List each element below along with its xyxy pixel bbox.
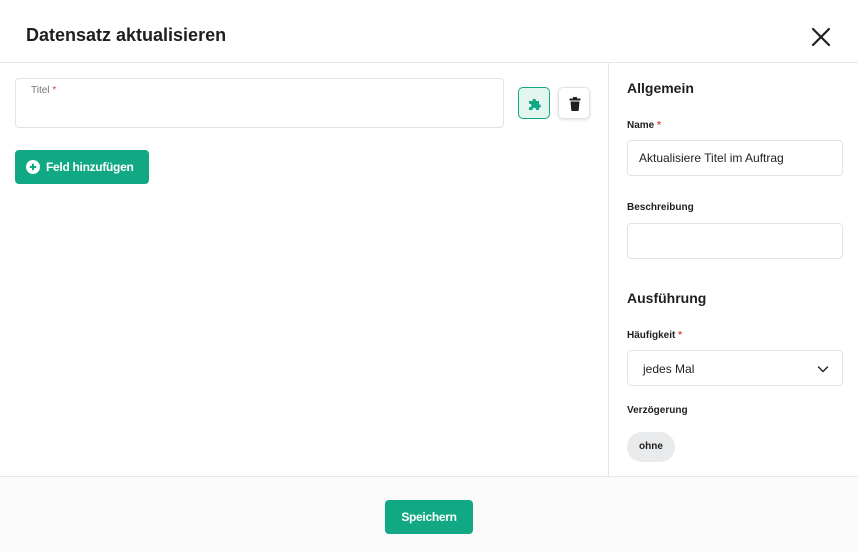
required-mark: *	[657, 120, 661, 131]
trash-icon	[569, 97, 581, 112]
dialog-title: Datensatz aktualisieren	[26, 25, 227, 45]
general-section-title: Allgemein	[627, 80, 694, 96]
title-field-label: Titel *	[31, 85, 57, 96]
description-label: Beschreibung	[627, 202, 694, 213]
add-field-button[interactable]: Feld hinzufügen	[15, 150, 149, 184]
delay-chip[interactable]: ohne	[627, 432, 675, 462]
name-input[interactable]	[627, 140, 843, 176]
save-button[interactable]: Speichern	[385, 500, 473, 534]
main-panel: Titel * Feld hinzufügen	[0, 63, 608, 476]
execution-section-title: Ausführung	[627, 290, 707, 306]
close-button[interactable]	[808, 24, 834, 50]
delay-label: Verzögerung	[627, 405, 688, 416]
frequency-label: Häufigkeit *	[627, 330, 683, 341]
title-input[interactable]	[30, 101, 490, 121]
chevron-down-icon	[817, 366, 829, 373]
required-mark: *	[52, 85, 57, 96]
title-field[interactable]: Titel *	[15, 78, 504, 128]
dialog-header: Datensatz aktualisieren	[0, 0, 858, 63]
settings-sidebar: Allgemein Name * Beschreibung Ausführung…	[608, 63, 858, 476]
required-mark: *	[678, 330, 683, 341]
puzzle-icon	[529, 98, 541, 110]
frequency-value: jedes Mal	[643, 362, 695, 376]
name-label: Name *	[627, 120, 661, 131]
plus-circle-icon	[26, 160, 40, 174]
description-input[interactable]	[627, 223, 843, 259]
add-field-label: Feld hinzufügen	[46, 160, 134, 174]
dialog-footer: Speichern	[0, 476, 858, 552]
delete-field-button[interactable]	[558, 87, 590, 119]
field-mapping-button[interactable]	[518, 87, 550, 119]
close-icon	[811, 27, 831, 47]
frequency-select[interactable]: jedes Mal	[627, 350, 843, 386]
